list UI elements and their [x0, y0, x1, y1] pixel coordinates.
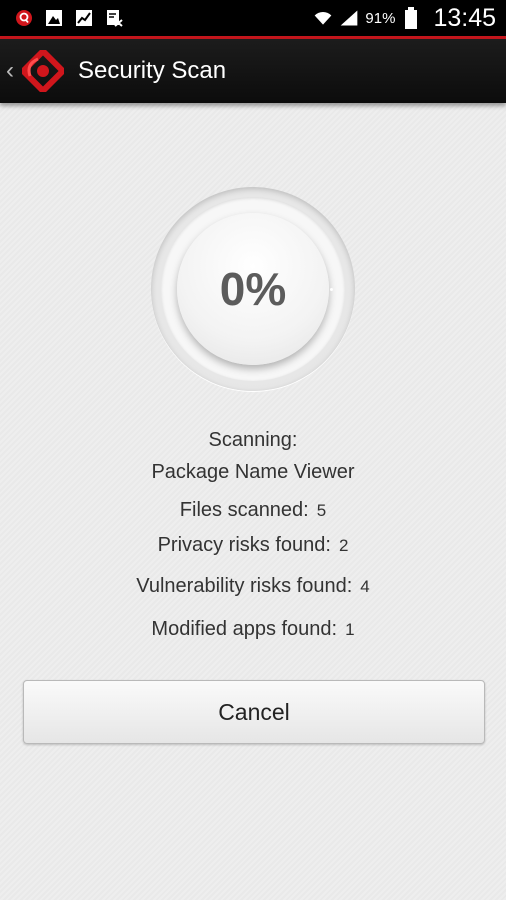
stat-label: Files scanned: [179, 499, 309, 521]
progress-indicator-dot [330, 288, 333, 291]
status-bar: 91% 13:45 [0, 0, 506, 36]
page-title: Security Scan [78, 57, 227, 84]
scan-progress-ring: 0% [151, 187, 355, 391]
battery-percent: 91% [365, 9, 396, 27]
wifi-icon [313, 8, 333, 28]
clock: 13:45 [433, 3, 496, 32]
progress-percent: 0% [219, 263, 287, 315]
current-scan-item: Package Name Viewer [151, 461, 355, 483]
stat-value: 2 [338, 535, 349, 555]
signal-icon [339, 8, 359, 28]
no-file-icon [104, 8, 124, 28]
stat-files-scanned: Files scanned: 5 [0, 499, 506, 522]
stat-value: 5 [316, 500, 327, 520]
battery-icon [401, 7, 421, 29]
cancel-button[interactable]: Cancel [23, 680, 485, 744]
app-alert-icon [14, 8, 34, 28]
chart-icon [74, 8, 94, 28]
stat-label: Modified apps found: [151, 618, 338, 640]
stat-privacy-risks: Privacy risks found: 2 [0, 534, 506, 557]
stat-vulnerability-risks: Vulnerability risks found: 4 [0, 575, 506, 598]
notification-icons [0, 8, 124, 28]
app-logo-icon[interactable] [18, 46, 68, 96]
action-bar: ‹ Security Scan [0, 39, 506, 103]
progress-center: 0% [177, 213, 329, 365]
stat-label: Privacy risks found: [157, 534, 331, 556]
image-icon [44, 8, 64, 28]
scanning-label: Scanning: [208, 429, 298, 451]
status-indicators: 91% 13:45 [313, 4, 506, 33]
stat-value: 1 [345, 619, 355, 639]
stat-label: Vulnerability risks found: [136, 575, 353, 597]
stat-modified-apps: Modified apps found: 1 [0, 618, 506, 641]
stat-value: 4 [360, 576, 370, 596]
back-chevron-icon[interactable]: ‹ [6, 57, 18, 85]
